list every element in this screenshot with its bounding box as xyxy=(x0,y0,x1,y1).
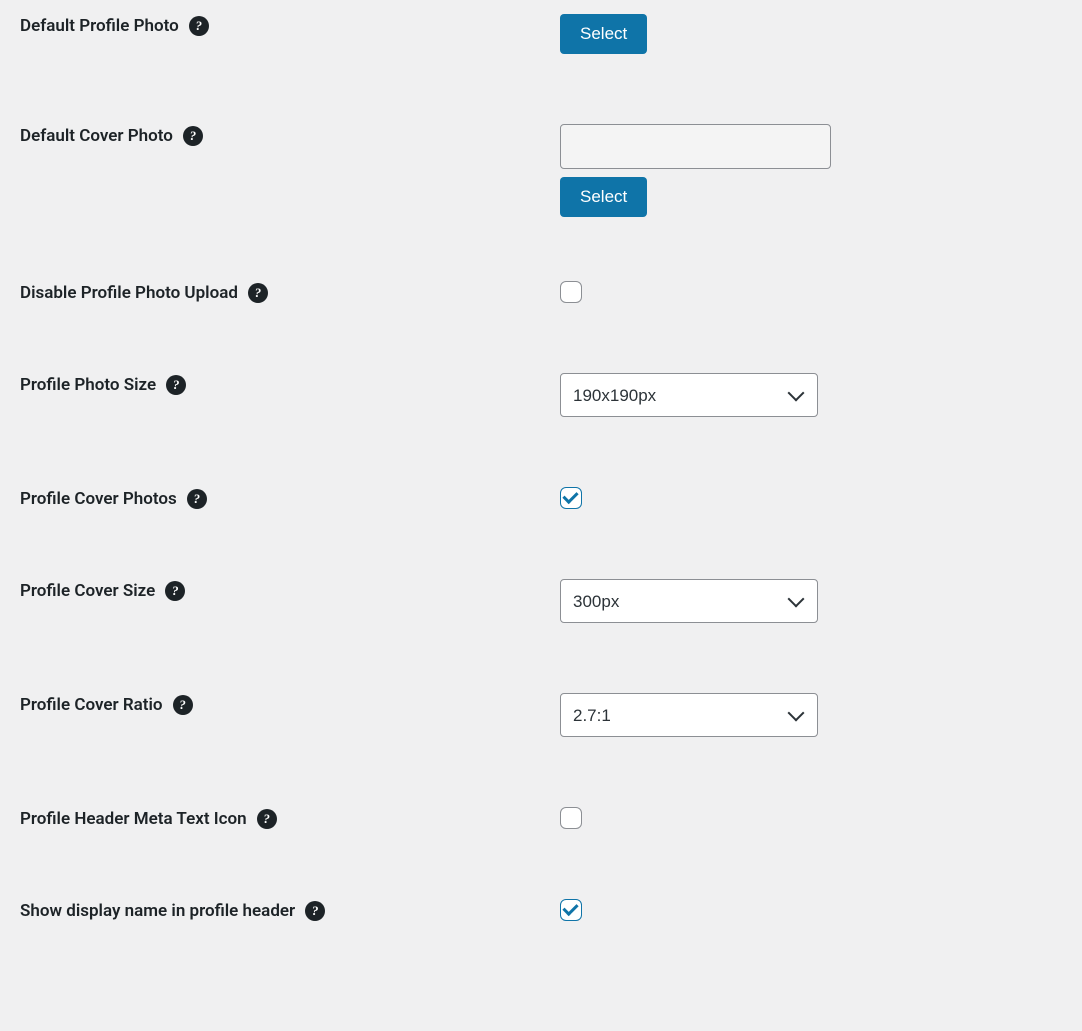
profile-cover-size-label: Profile Cover Size xyxy=(20,581,155,601)
profile-header-meta-text-icon-label: Profile Header Meta Text Icon xyxy=(20,809,247,829)
disable-profile-photo-upload-checkbox[interactable] xyxy=(560,281,582,303)
profile-cover-photos-label: Profile Cover Photos xyxy=(20,489,177,509)
help-icon[interactable]: ? xyxy=(187,489,207,509)
default-cover-photo-label: Default Cover Photo xyxy=(20,126,173,146)
help-icon[interactable]: ? xyxy=(165,581,185,601)
profile-cover-size-select[interactable]: 300px xyxy=(560,579,818,623)
help-icon[interactable]: ? xyxy=(183,126,203,146)
default-cover-photo-select-button[interactable]: Select xyxy=(560,177,647,217)
help-icon[interactable]: ? xyxy=(173,695,193,715)
default-profile-photo-select-button[interactable]: Select xyxy=(560,14,647,54)
help-icon[interactable]: ? xyxy=(189,16,209,36)
help-icon[interactable]: ? xyxy=(257,809,277,829)
profile-cover-photos-checkbox[interactable] xyxy=(560,487,582,509)
help-icon[interactable]: ? xyxy=(166,375,186,395)
disable-profile-photo-upload-label: Disable Profile Photo Upload xyxy=(20,283,238,303)
profile-header-meta-text-icon-checkbox[interactable] xyxy=(560,807,582,829)
profile-photo-size-select[interactable]: 190x190px xyxy=(560,373,818,417)
help-icon[interactable]: ? xyxy=(248,283,268,303)
default-profile-photo-label: Default Profile Photo xyxy=(20,16,179,36)
profile-cover-ratio-select[interactable]: 2.7:1 xyxy=(560,693,818,737)
show-display-name-label: Show display name in profile header xyxy=(20,901,295,921)
profile-photo-size-label: Profile Photo Size xyxy=(20,375,156,395)
show-display-name-checkbox[interactable] xyxy=(560,899,582,921)
default-cover-photo-preview xyxy=(560,124,831,169)
profile-cover-ratio-label: Profile Cover Ratio xyxy=(20,695,163,715)
help-icon[interactable]: ? xyxy=(305,901,325,921)
